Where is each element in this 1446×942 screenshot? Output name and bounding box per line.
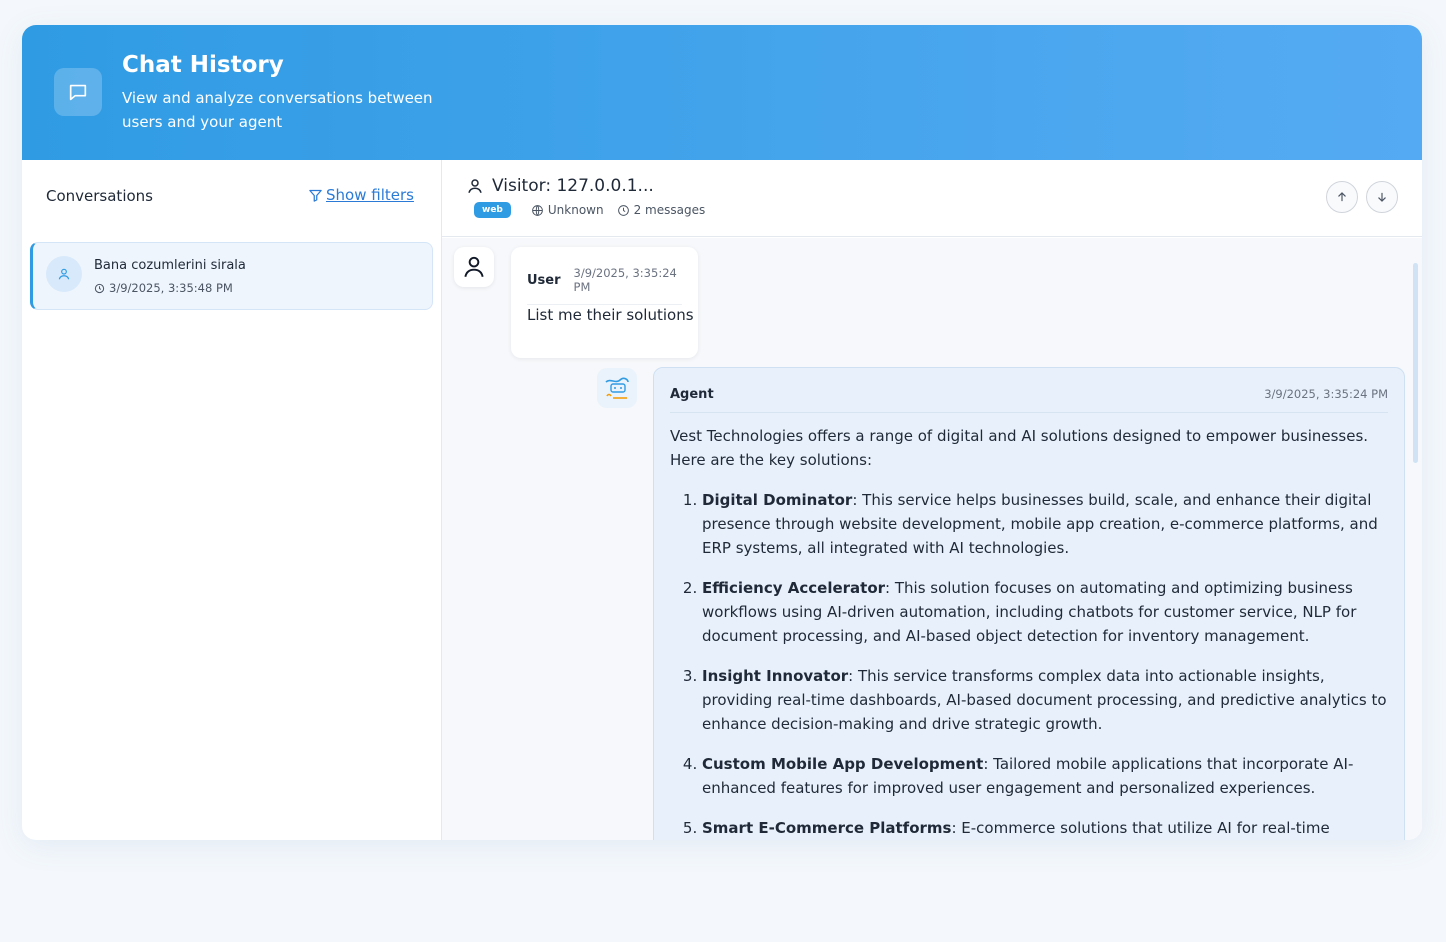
arrow-up-icon — [1338, 192, 1346, 202]
filter-icon — [309, 189, 322, 202]
page-subtitle: View and analyze conversations between u… — [122, 89, 433, 131]
page-title: Chat History — [122, 52, 284, 78]
conversation-meta: web Unknown 2 messages — [474, 202, 718, 218]
user-icon — [464, 256, 484, 278]
show-filters-button[interactable]: Show filters — [308, 186, 414, 204]
arrow-down-icon — [1378, 192, 1386, 202]
solution-name: Efficiency Accelerator — [702, 579, 886, 597]
user-avatar — [454, 247, 494, 287]
channel-badge: web — [474, 202, 511, 218]
solution-item: Insight Innovator: This service transfor… — [702, 664, 1388, 736]
agent-role: Agent — [670, 387, 714, 402]
user-icon — [468, 179, 482, 193]
solution-name: Insight Innovator — [702, 667, 849, 685]
message-count-meta: 2 messages — [617, 203, 706, 217]
clock-icon — [94, 283, 105, 293]
scrollbar-thumb[interactable] — [1413, 263, 1418, 463]
conversation-item[interactable]: Bana cozumlerini sirala 3/9/2025, 3:35:4… — [30, 242, 433, 310]
conversations-sidebar: Conversations Show filters Bana cozumler… — [22, 160, 442, 840]
solution-item: Custom Mobile App Development: Tailored … — [702, 752, 1388, 800]
solution-name: Custom Mobile App Development — [702, 755, 984, 773]
scroll-up-button[interactable] — [1326, 181, 1358, 213]
solution-name: Smart E-Commerce Platforms — [702, 819, 952, 837]
visitor-label: Visitor: 127.0.0.1... — [492, 176, 654, 196]
agent-message-time: 3/9/2025, 3:35:24 PM — [1264, 387, 1388, 401]
show-filters-label: Show filters — [326, 186, 414, 204]
conversation-time: 3/9/2025, 3:35:48 PM — [94, 281, 233, 295]
agent-logo-icon — [605, 377, 629, 399]
agent-message: Agent 3/9/2025, 3:35:24 PM Vest Technolo… — [653, 367, 1405, 840]
agent-avatar — [597, 368, 637, 408]
location-meta: Unknown — [531, 203, 604, 217]
user-icon — [46, 256, 82, 292]
chat-history-card: Chat History View and analyze conversati… — [22, 25, 1422, 840]
solutions-list: Digital Dominator: This service helps bu… — [702, 488, 1388, 840]
page-header: Chat History View and analyze conversati… — [22, 25, 1422, 160]
scroll-down-button[interactable] — [1366, 181, 1398, 213]
conversation-title: Bana cozumlerini sirala — [94, 258, 246, 273]
solution-name: Digital Dominator — [702, 491, 853, 509]
agent-message-header: Agent 3/9/2025, 3:35:24 PM — [670, 387, 1388, 413]
user-message-header: User 3/9/2025, 3:35:24 PM — [527, 266, 682, 305]
solution-item: Digital Dominator: This service helps bu… — [702, 488, 1388, 560]
conversation-header: Visitor: 127.0.0.1... web Unknown 2 mess… — [442, 160, 1422, 237]
user-message-time: 3/9/2025, 3:35:24 PM — [573, 266, 677, 294]
globe-icon — [532, 204, 543, 216]
user-message: User 3/9/2025, 3:35:24 PM List me their … — [511, 247, 698, 358]
user-role: User — [527, 272, 561, 288]
solution-item: Efficiency Accelerator: This solution fo… — [702, 576, 1388, 648]
chat-bubble-icon — [54, 68, 102, 116]
message-count-text: 2 messages — [633, 203, 706, 217]
solution-item: Smart E-Commerce Platforms: E-commerce s… — [702, 816, 1388, 840]
message-list[interactable]: User 3/9/2025, 3:35:24 PM List me their … — [442, 238, 1422, 840]
clock-icon — [617, 204, 629, 216]
user-message-text: List me their solutions — [527, 306, 694, 324]
conversation-time-text: 3/9/2025, 3:35:48 PM — [109, 281, 233, 295]
sidebar-title: Conversations — [46, 187, 153, 205]
agent-intro: Vest Technologies offers a range of digi… — [670, 427, 1369, 469]
conversation-panel: Visitor: 127.0.0.1... web Unknown 2 mess… — [442, 160, 1422, 840]
agent-message-body: Vest Technologies offers a range of digi… — [670, 424, 1388, 840]
visitor-title: Visitor: 127.0.0.1... — [466, 176, 654, 196]
location-text: Unknown — [547, 203, 604, 217]
